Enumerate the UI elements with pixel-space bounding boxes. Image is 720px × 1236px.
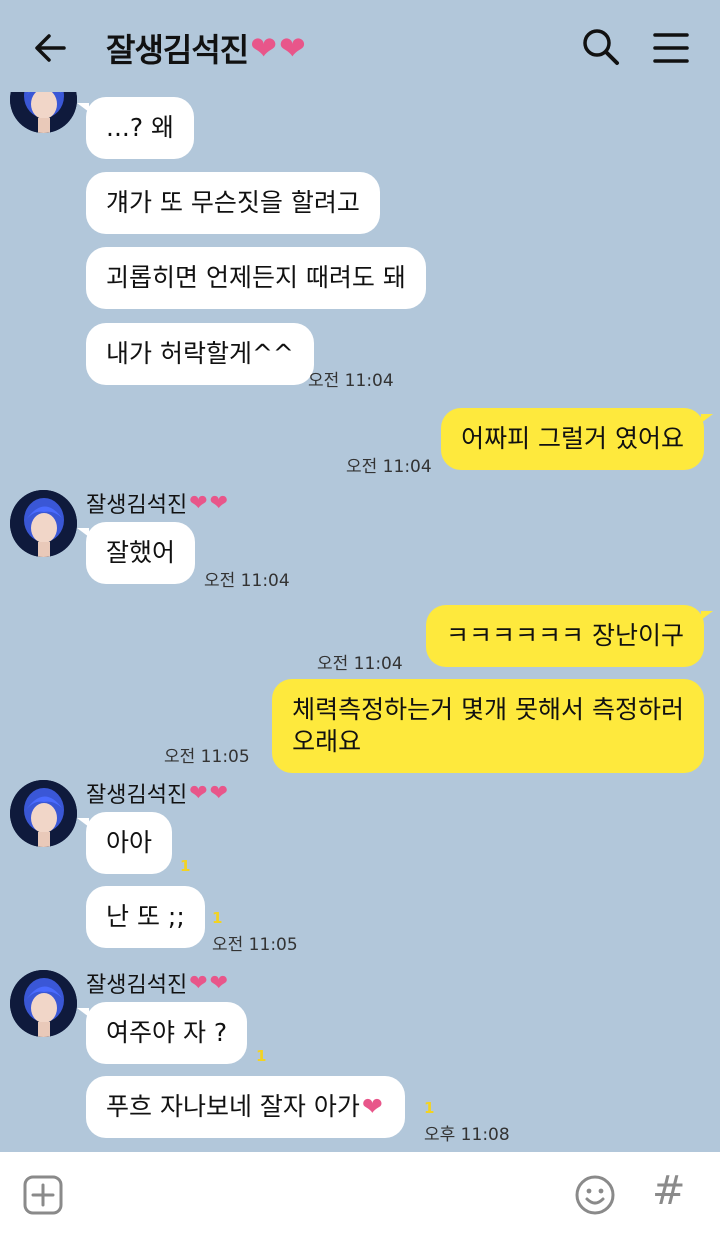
message-time: 오후 11:08 — [424, 1125, 510, 1145]
message-bubble[interactable]: 푸흐 자나보네 잘자 아가❤ — [86, 1076, 405, 1138]
avatar[interactable] — [10, 490, 77, 557]
heart-icon: ❤❤ — [189, 780, 231, 806]
avatar[interactable] — [10, 970, 77, 1037]
message-line: 오래요 — [292, 727, 362, 756]
back-arrow-icon[interactable] — [30, 28, 70, 68]
heart-icon: ❤ — [361, 1092, 385, 1121]
search-icon[interactable] — [580, 26, 622, 68]
sender-name: 잘생김석진 ❤❤ — [86, 488, 231, 519]
avatar-image — [10, 780, 77, 847]
sender-name: 잘생김석진 ❤❤ — [86, 968, 231, 999]
input-bar: # — [0, 1152, 720, 1236]
message-bubble[interactable]: 여주야 자 ? — [76, 1002, 248, 1064]
heart-icon: ❤❤ — [189, 970, 231, 996]
avatar[interactable] — [10, 780, 77, 847]
chat-title-text: 잘생김석진 — [106, 31, 249, 69]
message-bubble[interactable]: 내가 허락할게^^ — [86, 323, 314, 385]
sender-name: 잘생김석진 ❤❤ — [86, 778, 231, 809]
avatar-image — [10, 970, 77, 1037]
chat-header: 잘생김석진 ❤❤ — [0, 0, 720, 92]
avatar-image — [10, 490, 77, 557]
message-bubble[interactable]: 난 또 ;; — [86, 886, 205, 948]
avatar-image — [10, 92, 77, 133]
add-icon[interactable] — [22, 1174, 64, 1216]
message-time: 오전 11:05 — [212, 935, 298, 955]
message-time: 오전 11:04 — [308, 371, 394, 391]
message-line: 체력측정하는거 몇개 못해서 측정하러 — [292, 695, 684, 724]
emoji-icon[interactable] — [574, 1174, 616, 1216]
message-bubble[interactable]: 괴롭히면 언제든지 때려도 돼 — [86, 247, 426, 309]
sender-name-text: 잘생김석진 — [86, 493, 188, 518]
unread-count: 1 — [212, 909, 223, 927]
avatar[interactable] — [10, 92, 77, 133]
message-bubble[interactable]: ㅋㅋㅋㅋㅋㅋ 장난이구 — [426, 605, 713, 667]
message-text: 푸흐 자나보네 잘자 아가 — [106, 1092, 360, 1121]
unread-count: 1 — [180, 857, 191, 875]
message-bubble[interactable]: 잘했어 — [76, 522, 196, 584]
sender-name-text: 잘생김석진 — [86, 973, 188, 998]
message-bubble[interactable]: 체력측정하는거 몇개 못해서 측정하러 오래요 — [272, 679, 704, 773]
menu-icon[interactable] — [651, 28, 691, 68]
heart-icon: ❤❤ — [250, 29, 308, 67]
message-time: 오전 11:05 — [164, 747, 250, 767]
message-time: 오전 11:04 — [317, 654, 403, 674]
heart-icon: ❤❤ — [189, 490, 231, 516]
message-bubble[interactable]: 어짜피 그럴거 였어요 — [441, 408, 713, 470]
sender-name-text: 잘생김석진 — [86, 783, 188, 808]
message-time: 오전 11:04 — [346, 457, 432, 477]
hashtag-search-icon[interactable]: # — [652, 1168, 686, 1214]
unread-count: 1 — [256, 1047, 267, 1065]
message-time: 오전 11:04 — [204, 571, 290, 591]
unread-count: 1 — [424, 1099, 435, 1117]
message-bubble[interactable]: ...? 왜 — [76, 97, 195, 159]
chat-title: 잘생김석진 ❤❤ — [106, 24, 308, 72]
message-bubble[interactable]: 걔가 또 무슨짓을 할려고 — [86, 172, 380, 234]
message-bubble[interactable]: 아아 — [76, 812, 173, 874]
chat-area[interactable]: ...? 왜 걔가 또 무슨짓을 할려고 괴롭히면 언제든지 때려도 돼 내가 … — [0, 92, 720, 1152]
